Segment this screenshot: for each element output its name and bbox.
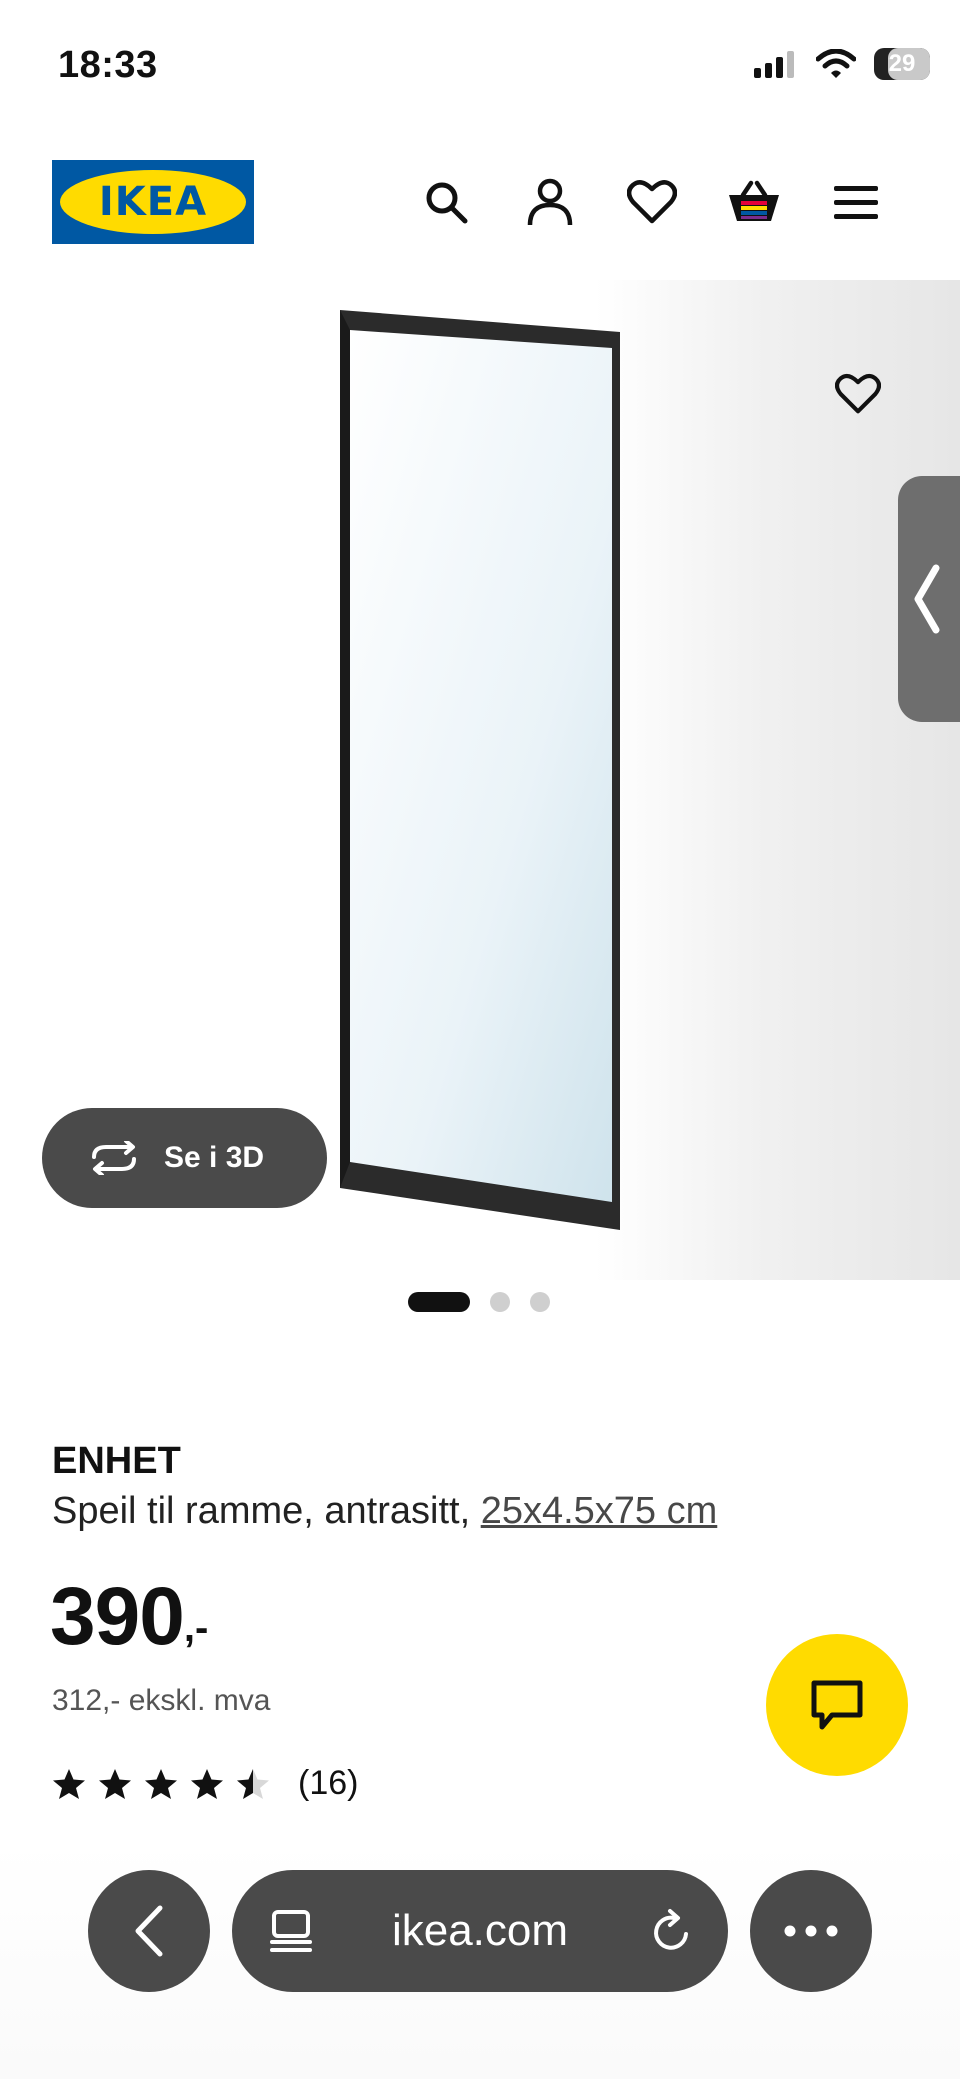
- carousel-pagination: [408, 1292, 550, 1312]
- reload-icon[interactable]: [650, 1908, 694, 1954]
- price-amount: 390: [50, 1571, 185, 1662]
- rotate-3d-icon: [92, 1141, 136, 1175]
- status-time: 18:33: [58, 44, 158, 86]
- see-in-3d-button[interactable]: Se i 3D: [42, 1108, 327, 1208]
- star-icon: [191, 1768, 223, 1799]
- carousel-dot-3[interactable]: [530, 1292, 550, 1312]
- search-icon[interactable]: [418, 174, 474, 230]
- carousel-dot-2[interactable]: [490, 1292, 510, 1312]
- browser-more-button[interactable]: [750, 1870, 872, 1992]
- product-image-mirror[interactable]: [340, 310, 620, 1230]
- ikea-logo[interactable]: IKEA: [52, 160, 254, 244]
- star-half-icon: [237, 1768, 269, 1799]
- price-excl-vat: 312,- ekskl. mva: [52, 1684, 271, 1717]
- signal-icon: [754, 51, 794, 78]
- wifi-icon: [816, 49, 856, 78]
- logo-text: IKEA: [98, 179, 208, 225]
- site-header: IKEA: [0, 150, 960, 260]
- product-name: ENHET: [52, 1440, 181, 1482]
- product-description-text: Speil til ramme, antrasitt,: [52, 1490, 481, 1532]
- basket-icon[interactable]: [726, 174, 782, 230]
- save-favorite-button[interactable]: [826, 362, 890, 426]
- star-icon: [145, 1768, 177, 1799]
- carousel-dot-1[interactable]: [408, 1292, 470, 1312]
- browser-toolbar: ikea.com: [0, 1840, 960, 2079]
- side-panel-tab[interactable]: [898, 476, 960, 722]
- product-price: 390 ,-: [50, 1570, 208, 1664]
- star-icon: [53, 1768, 85, 1799]
- status-bar: 18:33 29: [0, 0, 960, 130]
- account-icon[interactable]: [522, 174, 578, 230]
- product-description: Speil til ramme, antrasitt, 25x4.5x75 cm: [52, 1490, 717, 1533]
- heart-icon: [835, 373, 881, 414]
- chevron-left-icon: [135, 1905, 163, 1957]
- review-count: (16): [298, 1764, 359, 1802]
- chevron-left-icon: [914, 564, 940, 634]
- battery-level: 29: [888, 50, 916, 77]
- product-rating[interactable]: (16): [52, 1764, 358, 1803]
- product-size-link[interactable]: 25x4.5x75 cm: [481, 1490, 718, 1532]
- chat-button[interactable]: [766, 1634, 908, 1776]
- browser-address-bar[interactable]: ikea.com: [232, 1870, 728, 1992]
- menu-icon[interactable]: [828, 174, 884, 230]
- see-in-3d-label: Se i 3D: [164, 1141, 265, 1174]
- star-icon: [99, 1768, 131, 1799]
- more-icon: [784, 1925, 838, 1937]
- favorites-icon[interactable]: [624, 174, 680, 230]
- battery-indicator: 29: [874, 48, 930, 80]
- browser-back-button[interactable]: [88, 1870, 210, 1992]
- status-icons: 29: [754, 48, 930, 80]
- chat-icon: [811, 1680, 863, 1730]
- price-suffix: ,-: [183, 1606, 209, 1650]
